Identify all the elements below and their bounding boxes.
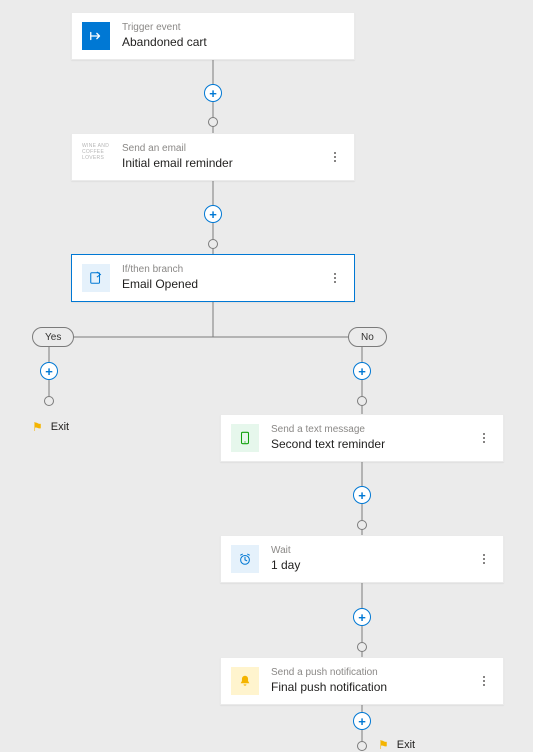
- trigger-type-label: Trigger event: [122, 22, 344, 34]
- sms-type-label: Send a text message: [271, 424, 475, 436]
- wait-name: 1 day: [271, 557, 475, 573]
- email-icon: WINE AND COFFEE LOVERS: [82, 143, 110, 171]
- add-step-button[interactable]: +: [353, 608, 371, 626]
- card-menu-button[interactable]: [475, 547, 493, 571]
- branch-card[interactable]: If/then branch Email Opened: [71, 254, 355, 302]
- exit-yes: ⚑ Exit: [32, 420, 69, 434]
- add-step-button[interactable]: +: [40, 362, 58, 380]
- card-menu-button[interactable]: [475, 426, 493, 450]
- push-type-label: Send a push notification: [271, 667, 475, 679]
- branch-no-pill: No: [348, 327, 387, 347]
- add-step-button[interactable]: +: [204, 205, 222, 223]
- card-menu-button[interactable]: [326, 266, 344, 290]
- sms-card[interactable]: Send a text message Second text reminder: [220, 414, 504, 462]
- push-name: Final push notification: [271, 679, 475, 695]
- add-step-button[interactable]: +: [204, 84, 222, 102]
- bell-icon: [231, 667, 259, 695]
- connector-terminal: [208, 117, 218, 127]
- email-name: Initial email reminder: [122, 155, 326, 171]
- connector-terminal: [208, 239, 218, 249]
- add-step-button[interactable]: +: [353, 486, 371, 504]
- connector-terminal: [357, 642, 367, 652]
- flag-icon: ⚑: [32, 420, 43, 434]
- trigger-name: Abandoned cart: [122, 34, 344, 50]
- card-menu-button[interactable]: [475, 669, 493, 693]
- branch-type-label: If/then branch: [122, 264, 326, 276]
- connector-terminal: [357, 520, 367, 530]
- email-type-label: Send an email: [122, 143, 326, 155]
- email-card[interactable]: WINE AND COFFEE LOVERS Send an email Ini…: [71, 133, 355, 181]
- trigger-icon: [82, 22, 110, 50]
- exit-label: Exit: [397, 739, 415, 751]
- sms-name: Second text reminder: [271, 436, 475, 452]
- add-step-button[interactable]: +: [353, 712, 371, 730]
- connector-terminal: [44, 396, 54, 406]
- wait-type-label: Wait: [271, 545, 475, 557]
- connector-terminal: [357, 396, 367, 406]
- branch-name: Email Opened: [122, 276, 326, 292]
- branch-yes-pill: Yes: [32, 327, 74, 347]
- add-step-button[interactable]: +: [353, 362, 371, 380]
- sms-icon: [231, 424, 259, 452]
- wait-icon: [231, 545, 259, 573]
- push-card[interactable]: Send a push notification Final push noti…: [220, 657, 504, 705]
- exit-label: Exit: [51, 421, 69, 433]
- email-preview: WINE AND COFFEE LOVERS: [82, 143, 110, 161]
- card-menu-button[interactable]: [326, 145, 344, 169]
- wait-card[interactable]: Wait 1 day: [220, 535, 504, 583]
- trigger-card[interactable]: Trigger event Abandoned cart: [71, 12, 355, 60]
- branch-icon: [82, 264, 110, 292]
